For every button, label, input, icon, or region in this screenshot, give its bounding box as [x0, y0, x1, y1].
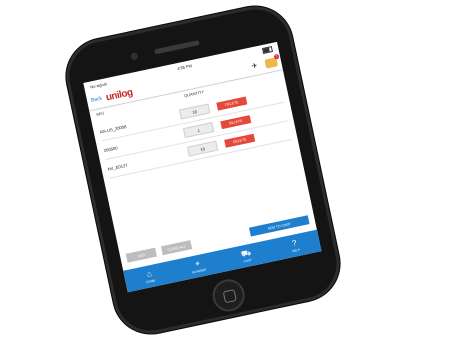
- delete-button[interactable]: DELETE: [216, 96, 248, 111]
- speaker-grille: [153, 40, 200, 55]
- delete-button[interactable]: DELETE: [224, 133, 256, 148]
- help-icon: ?: [291, 238, 298, 248]
- quantity-field[interactable]: 1: [182, 122, 215, 139]
- unilog-logo: unilog: [104, 86, 134, 103]
- clear-all-button[interactable]: CLEAR ALL: [160, 240, 193, 256]
- battery-icon: [261, 46, 273, 54]
- header-cart-icon[interactable]: 3: [264, 53, 280, 69]
- header-actions: ✈ 3: [251, 53, 280, 71]
- tab-home[interactable]: ⌂ HOME: [123, 260, 176, 292]
- scanner-icon: ⌖: [194, 258, 201, 269]
- quantity-field[interactable]: 10: [186, 140, 219, 157]
- tab-help[interactable]: ? HELP: [268, 230, 321, 262]
- tab-label: CART: [243, 257, 252, 264]
- cart-count-badge: 3: [273, 53, 280, 60]
- back-button[interactable]: Back: [91, 95, 103, 103]
- tab-label: HOME: [145, 278, 156, 285]
- tab-scanner[interactable]: ⌖ SCANNER: [172, 250, 225, 282]
- phone-frame: No signal 4:55 PM Back unilog ✈ 3 SKU QU…: [59, 0, 347, 341]
- app-screen: No signal 4:55 PM Back unilog ✈ 3 SKU QU…: [83, 41, 322, 293]
- home-icon: ⌂: [145, 269, 153, 279]
- quantity-field[interactable]: 10: [178, 103, 211, 120]
- delete-button[interactable]: DELETE: [220, 115, 252, 130]
- pin-icon[interactable]: ✈: [251, 61, 258, 70]
- camera-lens: [130, 52, 139, 61]
- tab-label: SCANNER: [191, 267, 207, 275]
- home-square-icon: [222, 289, 237, 304]
- tab-label: HELP: [291, 247, 301, 254]
- add-button[interactable]: ADD: [125, 247, 157, 263]
- tab-cart[interactable]: ⛟ CART: [220, 240, 273, 272]
- home-button[interactable]: [209, 276, 248, 315]
- column-header-quantity: QUANTITY: [183, 89, 205, 99]
